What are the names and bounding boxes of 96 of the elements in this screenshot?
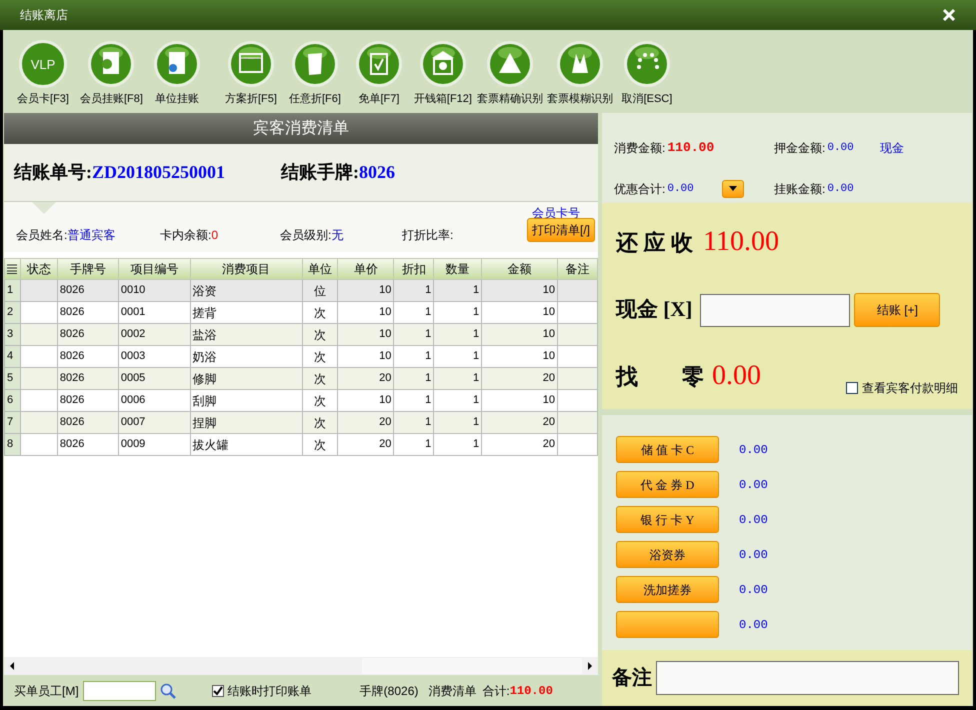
order-number: ZD201805250001: [92, 161, 226, 184]
row-number: 1: [4, 280, 20, 302]
row-number: 7: [4, 412, 20, 434]
table-cell: 20: [338, 434, 394, 456]
field-value: 普通宾客: [67, 227, 116, 244]
toolbar-button[interactable]: 免单[F7]: [346, 30, 411, 108]
toolbar-button[interactable]: 取消[ESC]: [614, 30, 679, 108]
payment-amount: 0.00: [739, 512, 768, 528]
dropdown-button[interactable]: [722, 180, 744, 198]
table-cell: 拔火罐: [190, 434, 302, 456]
payment-amount: 0.00: [739, 546, 768, 564]
summary-tag: 手牌(8026): [360, 682, 418, 700]
payment-amount: 0.00: [739, 616, 768, 634]
table-cell: 0009: [118, 434, 190, 456]
checkbox-label: 查看宾客付款明细: [862, 380, 958, 397]
payment-method-button[interactable]: 浴资券: [616, 541, 719, 568]
row-number: 5: [4, 368, 20, 390]
panel-header: 宾客消费清单: [4, 113, 598, 144]
dots-arc-icon: [622, 40, 671, 88]
column-header: 消费项目: [190, 258, 302, 280]
toolbar-button[interactable]: 任意折[F6]: [282, 30, 347, 108]
table-cell: 20: [482, 434, 558, 456]
notes-label: 备注: [612, 666, 652, 691]
payment-method-button[interactable]: 银 行 卡 Y: [616, 506, 719, 533]
field-value: 0.00: [667, 182, 694, 197]
payment-method-button[interactable]: 代 金 券 D: [616, 471, 719, 498]
field-label: 消费金额:: [614, 140, 666, 157]
amount-due: 110.00: [703, 225, 779, 259]
field-value: 0.00: [827, 182, 854, 197]
field-label: 会员级别:: [280, 227, 332, 244]
field-label: 优惠合计:: [614, 180, 666, 198]
toolbar-button[interactable]: VLP 会员卡[F3]: [11, 30, 75, 108]
field-label: 卡内余额:: [160, 227, 212, 244]
row-number: 6: [4, 390, 20, 412]
cash-label: 现金 [X]: [616, 296, 692, 324]
print-list-button[interactable]: 打印清单[/]: [526, 218, 595, 242]
toolbar-button[interactable]: 开钱箱[F12]: [410, 30, 475, 108]
search-icon[interactable]: [160, 682, 176, 698]
change-label: 找 零: [616, 362, 704, 390]
payment-method-button[interactable]: 洗加搓券: [616, 576, 719, 603]
amount-due-label: 还 应 收: [616, 228, 693, 256]
toolbar-button[interactable]: 会员挂账[F8]: [78, 30, 145, 108]
tag-number-label: 结账手牌:: [281, 161, 360, 184]
total-label: 合计:: [482, 682, 510, 700]
list-icon: [7, 264, 18, 274]
tag-number: 8026: [359, 161, 396, 184]
paper-icon: [290, 40, 339, 88]
peak-icon: [556, 40, 604, 88]
window-icon: [226, 40, 275, 88]
field-value: 0.00: [827, 140, 854, 156]
building-icon: [418, 40, 467, 88]
checkbox[interactable]: [846, 382, 858, 394]
field-value: 无: [331, 227, 344, 244]
checkout-button[interactable]: 结账 [+]: [854, 293, 940, 327]
row-number: 2: [4, 302, 20, 324]
table-cell: 1: [434, 434, 482, 456]
document-icon: [87, 40, 136, 88]
notes-input[interactable]: [656, 661, 959, 695]
vip-badge-icon: VLP: [19, 40, 67, 88]
field-value: 110.00: [667, 139, 714, 158]
total-amount: 110.00: [510, 682, 553, 700]
toolbar-button[interactable]: 套票模糊识别: [544, 30, 615, 108]
payment-method-link[interactable]: 现金: [880, 138, 904, 157]
payment-amount: 0.00: [739, 476, 768, 494]
horizontal-scrollbar[interactable]: [4, 657, 598, 675]
row-number: 4: [4, 346, 20, 368]
toolbar-button[interactable]: 方案折[F5]: [218, 30, 283, 108]
cash-input[interactable]: [700, 294, 850, 326]
payment-method-button[interactable]: 储 值 卡 C: [616, 436, 719, 463]
checkbox[interactable]: [212, 684, 224, 696]
order-number-label: 结账单号:: [14, 161, 92, 184]
staff-input[interactable]: [82, 680, 156, 700]
clipboard-check-icon: [354, 40, 403, 88]
window-title: 结账离店: [20, 7, 68, 24]
checkbox-label: 结账时打印账单: [228, 682, 312, 700]
caret-icon: [728, 186, 737, 192]
pointer-icon: [32, 202, 56, 214]
field-label: 会员姓名:: [16, 227, 68, 244]
change-amount: 0.00: [712, 359, 761, 393]
document-icon: [152, 40, 201, 88]
table-cell: 1: [394, 434, 434, 456]
field-label: 挂账金额:: [774, 180, 826, 198]
summary-list-label: 消费清单: [428, 682, 476, 700]
payment-amount: 0.00: [739, 582, 768, 598]
staff-label: 买单员工[M]: [14, 682, 79, 700]
row-number: 3: [4, 324, 20, 346]
field-value: 0: [211, 227, 218, 244]
row-number: 8: [4, 434, 20, 456]
payment-amount: 0.00: [739, 442, 768, 458]
toolbar-button[interactable]: 单位挂账: [144, 30, 209, 108]
table-cell: 8026: [57, 434, 118, 456]
table-cell: 次: [302, 434, 338, 456]
field-label: 押金金额:: [774, 140, 826, 157]
field-label: 打折比率:: [402, 227, 454, 244]
toolbar-button[interactable]: 套票精确识别: [474, 30, 545, 108]
close-icon[interactable]: [942, 8, 956, 22]
